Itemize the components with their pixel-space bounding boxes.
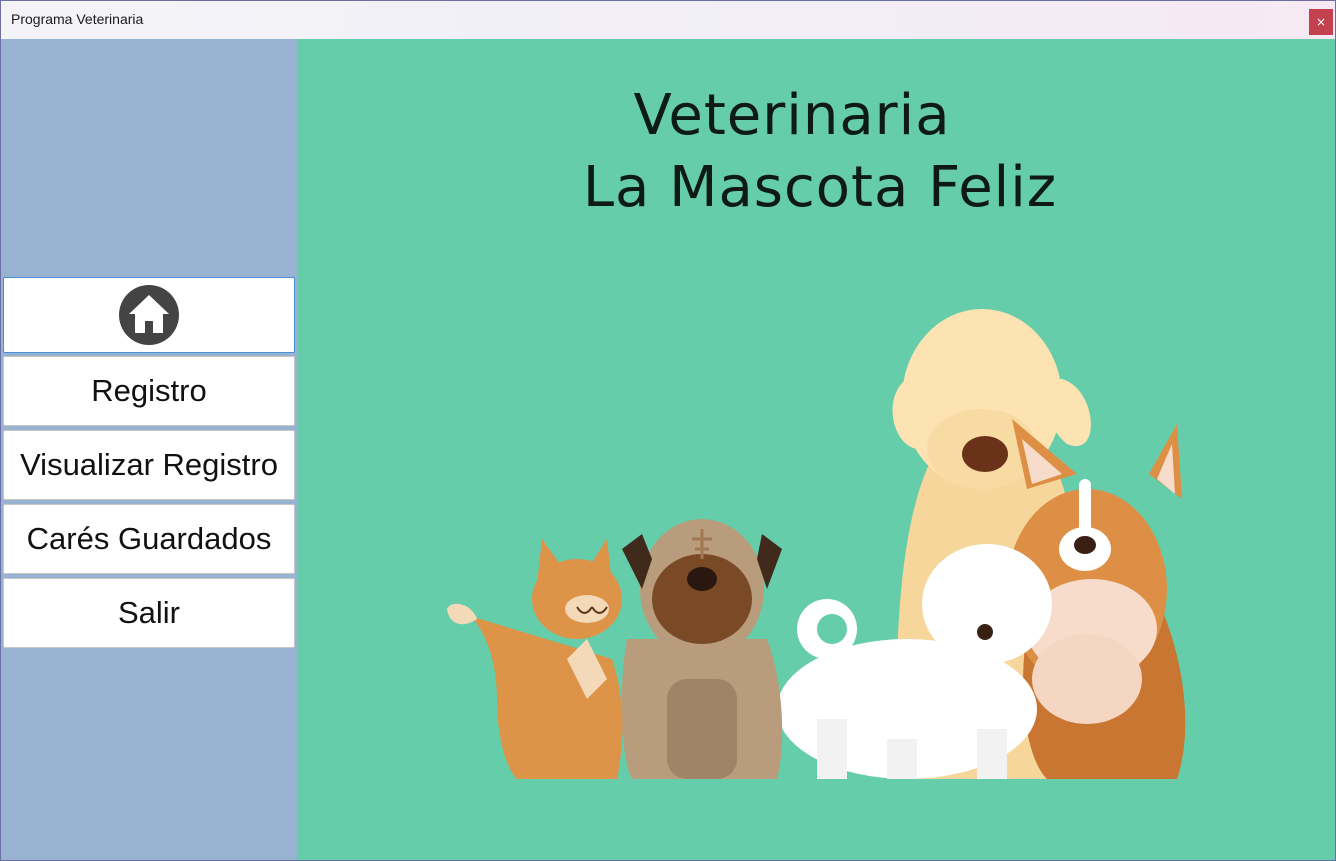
main-panel: Veterinaria La Mascota Feliz (297, 39, 1335, 860)
home-button[interactable] (3, 277, 295, 353)
pets-illustration (447, 309, 1186, 779)
orange-cat (447, 539, 623, 779)
home-icon (117, 283, 181, 347)
close-button[interactable]: × (1309, 9, 1333, 35)
visualizar-registro-button[interactable]: Visualizar Registro (3, 430, 295, 500)
pug-dog (621, 519, 783, 779)
title-line-1: Veterinaria (633, 83, 951, 148)
title-bar: Programa Veterinaria × (1, 1, 1335, 39)
app-window: Programa Veterinaria × Registro Visualiz… (0, 0, 1336, 861)
cares-guardados-button[interactable]: Carés Guardados (3, 504, 295, 574)
window-title: Programa Veterinaria (11, 11, 144, 27)
title-line-2: La Mascota Feliz (582, 155, 1058, 220)
sidebar: Registro Visualizar Registro Carés Guard… (1, 39, 297, 860)
salir-button[interactable]: Salir (3, 578, 295, 648)
registro-button[interactable]: Registro (3, 356, 295, 426)
